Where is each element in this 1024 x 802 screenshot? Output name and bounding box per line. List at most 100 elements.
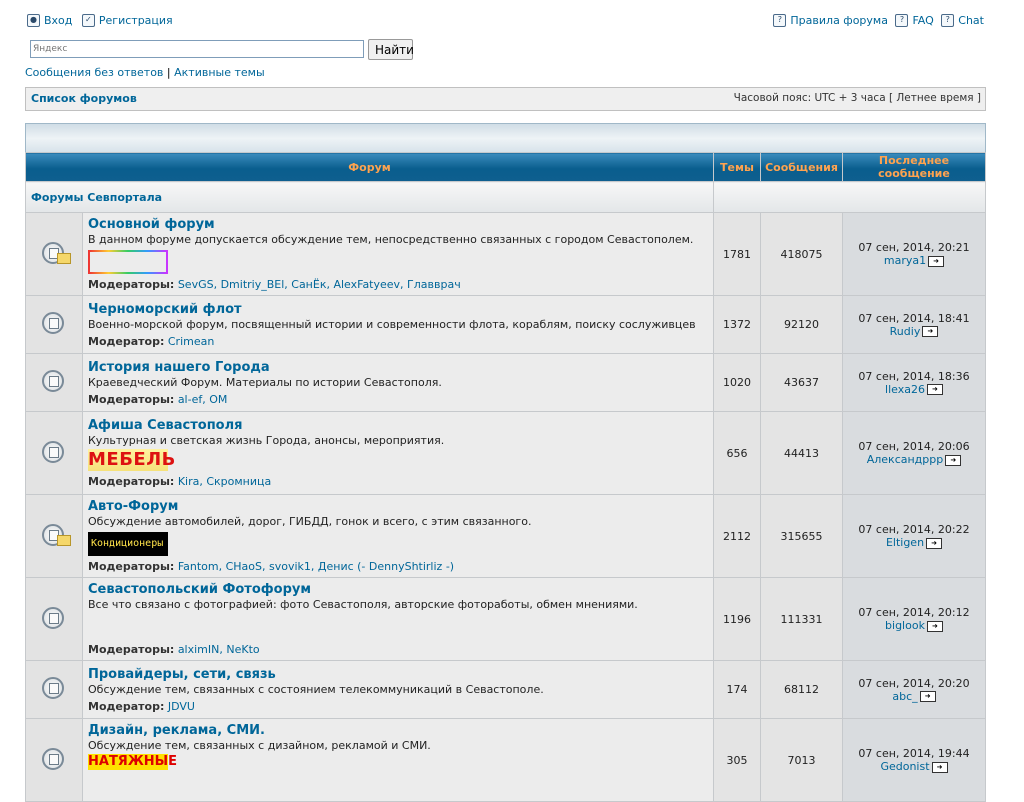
posts-count: 92120 bbox=[760, 295, 843, 354]
banner-ad[interactable]: МЕБЕЛЬ bbox=[88, 449, 175, 471]
topics-count: 1196 bbox=[713, 577, 761, 661]
moderator-links[interactable]: JDVU bbox=[168, 700, 195, 713]
posts-count: 7013 bbox=[760, 718, 843, 802]
rules-link[interactable]: ? Правила форума bbox=[773, 13, 888, 27]
moderator-links[interactable]: Kira, Скромница bbox=[178, 475, 271, 488]
category-row: Форумы Севпортала bbox=[25, 181, 986, 213]
faq-icon: ? bbox=[895, 13, 909, 27]
goto-last-post-icon[interactable]: ➜ bbox=[926, 384, 943, 395]
posts-count: 68112 bbox=[760, 660, 843, 719]
last-post: 07 сен, 2014, 19:44 Gedonist ➜ bbox=[842, 718, 986, 802]
forum-table: Форум Темы Сообщения Последнее сообщение… bbox=[25, 152, 986, 802]
last-post-date: 07 сен, 2014, 19:44 bbox=[858, 747, 970, 760]
last-post-date: 07 сен, 2014, 20:22 bbox=[858, 523, 970, 536]
last-post-user-link[interactable]: abc_ ➜ bbox=[844, 690, 984, 703]
moderators: Модераторы: Kira, Скромница bbox=[88, 475, 272, 488]
forum-description: Краеведческий Форум. Материалы по истори… bbox=[88, 375, 442, 389]
forum-title-link[interactable]: Севастопольский Фотофорум bbox=[88, 582, 708, 597]
moderators: Модераторы: al-ef, OM bbox=[88, 392, 228, 406]
breadcrumb: Список форумов Часовой пояс: UTC + 3 час… bbox=[25, 87, 986, 111]
forum-title-link[interactable]: Провайдеры, сети, связь bbox=[88, 667, 708, 682]
forum-description: Обсуждение тем, связанных с дизайном, ре… bbox=[88, 739, 431, 752]
forum-description: Все что связано с фотографией: фото Сева… bbox=[88, 598, 638, 611]
last-post-date: 07 сен, 2014, 20:06 bbox=[858, 440, 970, 453]
forum-row: Дизайн, реклама, СМИ. Обсуждение тем, св… bbox=[25, 718, 986, 802]
last-post-user-link[interactable]: Александрpp ➜ bbox=[844, 453, 984, 466]
forum-title-link[interactable]: Основной форум bbox=[88, 217, 708, 232]
forum-description: Культурная и светская жизнь Города, анон… bbox=[88, 434, 445, 447]
last-post-user-link[interactable]: marya1 ➜ bbox=[844, 254, 984, 267]
moderator-links[interactable]: Fantom, CHaoS, svovik1, Денис (- DennySh… bbox=[178, 560, 454, 573]
forum-row: История нашего Города Краеведческий Фору… bbox=[25, 353, 986, 412]
forum-description: В данном форуме допускается обсуждение т… bbox=[88, 233, 694, 246]
goto-last-post-icon[interactable]: ➜ bbox=[928, 255, 945, 267]
forum-title-link[interactable]: Черноморский флот bbox=[88, 302, 708, 317]
banner-ad[interactable]: Кондиционеры bbox=[88, 532, 168, 556]
forum-status-icon bbox=[25, 660, 83, 719]
moderator-links[interactable]: Crimean bbox=[168, 335, 214, 348]
category-link[interactable]: Форумы Севпортала bbox=[25, 181, 714, 213]
chat-icon: ? bbox=[941, 13, 955, 27]
last-post: 07 сен, 2014, 18:36 llexa26 ➜ bbox=[842, 353, 986, 412]
goto-last-post-icon[interactable]: ➜ bbox=[931, 761, 948, 773]
moderator-links[interactable]: alximIN, NeKto bbox=[178, 643, 260, 656]
posts-count: 111331 bbox=[760, 577, 843, 661]
forum-status-icon bbox=[25, 494, 83, 578]
unanswered-posts-link[interactable]: Сообщения без ответов bbox=[25, 66, 163, 79]
top-links-bar: ● Вход ✓ Регистрация ? Правила форума ? FAQ … bbox=[27, 12, 984, 30]
search-form: Найти bbox=[30, 39, 414, 60]
forum-row: Черноморский флот Военно-морской форум, … bbox=[25, 295, 986, 354]
category-filler bbox=[713, 181, 986, 213]
rules-icon: ? bbox=[773, 13, 787, 27]
search-input[interactable] bbox=[30, 40, 364, 58]
active-topics-link[interactable]: Активные темы bbox=[174, 66, 265, 79]
forum-status-icon bbox=[25, 212, 83, 296]
moderator-links[interactable]: SevGS, Dmitriy_BEl, СанЁк, AlexFatyeev, … bbox=[178, 278, 461, 291]
topics-count: 1372 bbox=[713, 295, 761, 354]
moderator-links[interactable]: al-ef, OM bbox=[178, 393, 228, 406]
last-post-user-link[interactable]: llexa26 ➜ bbox=[844, 383, 984, 396]
forum-title-link[interactable]: Афиша Севастополя bbox=[88, 418, 708, 433]
last-post-user-link[interactable]: Rudiy ➜ bbox=[844, 325, 984, 338]
last-post-user-link[interactable]: Eltigen ➜ bbox=[844, 536, 984, 549]
faq-link[interactable]: ? FAQ bbox=[895, 13, 934, 27]
posts-count: 418075 bbox=[760, 212, 843, 296]
last-post-date: 07 сен, 2014, 18:41 bbox=[858, 311, 970, 325]
forum-title-link[interactable]: Дизайн, реклама, СМИ. bbox=[88, 723, 708, 738]
goto-last-post-icon[interactable]: ➜ bbox=[919, 691, 936, 702]
register-link[interactable]: ✓ Регистрация bbox=[81, 13, 173, 27]
banner-ad[interactable] bbox=[88, 250, 168, 274]
forum-row: Авто-Форум Обсуждение автомобилей, дорог… bbox=[25, 494, 986, 578]
goto-last-post-icon[interactable]: ➜ bbox=[922, 326, 939, 337]
goto-last-post-icon[interactable]: ➜ bbox=[926, 620, 943, 632]
forum-status-icon bbox=[25, 411, 83, 495]
login-link[interactable]: ● Вход bbox=[27, 13, 72, 27]
goto-last-post-icon[interactable]: ➜ bbox=[926, 537, 943, 549]
forum-title-link[interactable]: Авто-Форум bbox=[88, 499, 708, 514]
forum-status-icon bbox=[25, 718, 83, 802]
chat-link[interactable]: ? Chat bbox=[941, 13, 984, 27]
header-forum: Форум bbox=[25, 152, 714, 182]
last-post-user-link[interactable]: Gedonist ➜ bbox=[844, 760, 984, 773]
last-post-date: 07 сен, 2014, 20:12 bbox=[858, 606, 970, 619]
quick-links: Сообщения без ответов | Активные темы bbox=[25, 66, 265, 79]
topics-count: 305 bbox=[713, 718, 761, 802]
last-post: 07 сен, 2014, 20:06 Александрpp ➜ bbox=[842, 411, 986, 495]
last-post-user-link[interactable]: biglook ➜ bbox=[844, 619, 984, 632]
last-post: 07 сен, 2014, 20:20 abc_ ➜ bbox=[842, 660, 986, 719]
last-post-date: 07 сен, 2014, 18:36 bbox=[858, 369, 970, 383]
topics-count: 174 bbox=[713, 660, 761, 719]
topics-count: 1020 bbox=[713, 353, 761, 412]
last-post: 07 сен, 2014, 18:41 Rudiy ➜ bbox=[842, 295, 986, 354]
forum-description: Военно-морской форум, посвященный истори… bbox=[88, 317, 696, 331]
forum-status-icon bbox=[25, 295, 83, 354]
search-button[interactable]: Найти bbox=[368, 39, 414, 60]
forum-title-link[interactable]: История нашего Города bbox=[88, 360, 708, 375]
forum-list-link[interactable]: Список форумов bbox=[31, 92, 137, 105]
timezone-text: Часовой пояс: UTC + 3 часа [ Летнее врем… bbox=[733, 92, 981, 104]
link-separator: | bbox=[166, 66, 171, 79]
posts-count: 44413 bbox=[760, 411, 843, 495]
last-post: 07 сен, 2014, 20:22 Eltigen ➜ bbox=[842, 494, 986, 578]
goto-last-post-icon[interactable]: ➜ bbox=[945, 454, 962, 466]
moderators: Модератор: Crimean bbox=[88, 334, 215, 348]
